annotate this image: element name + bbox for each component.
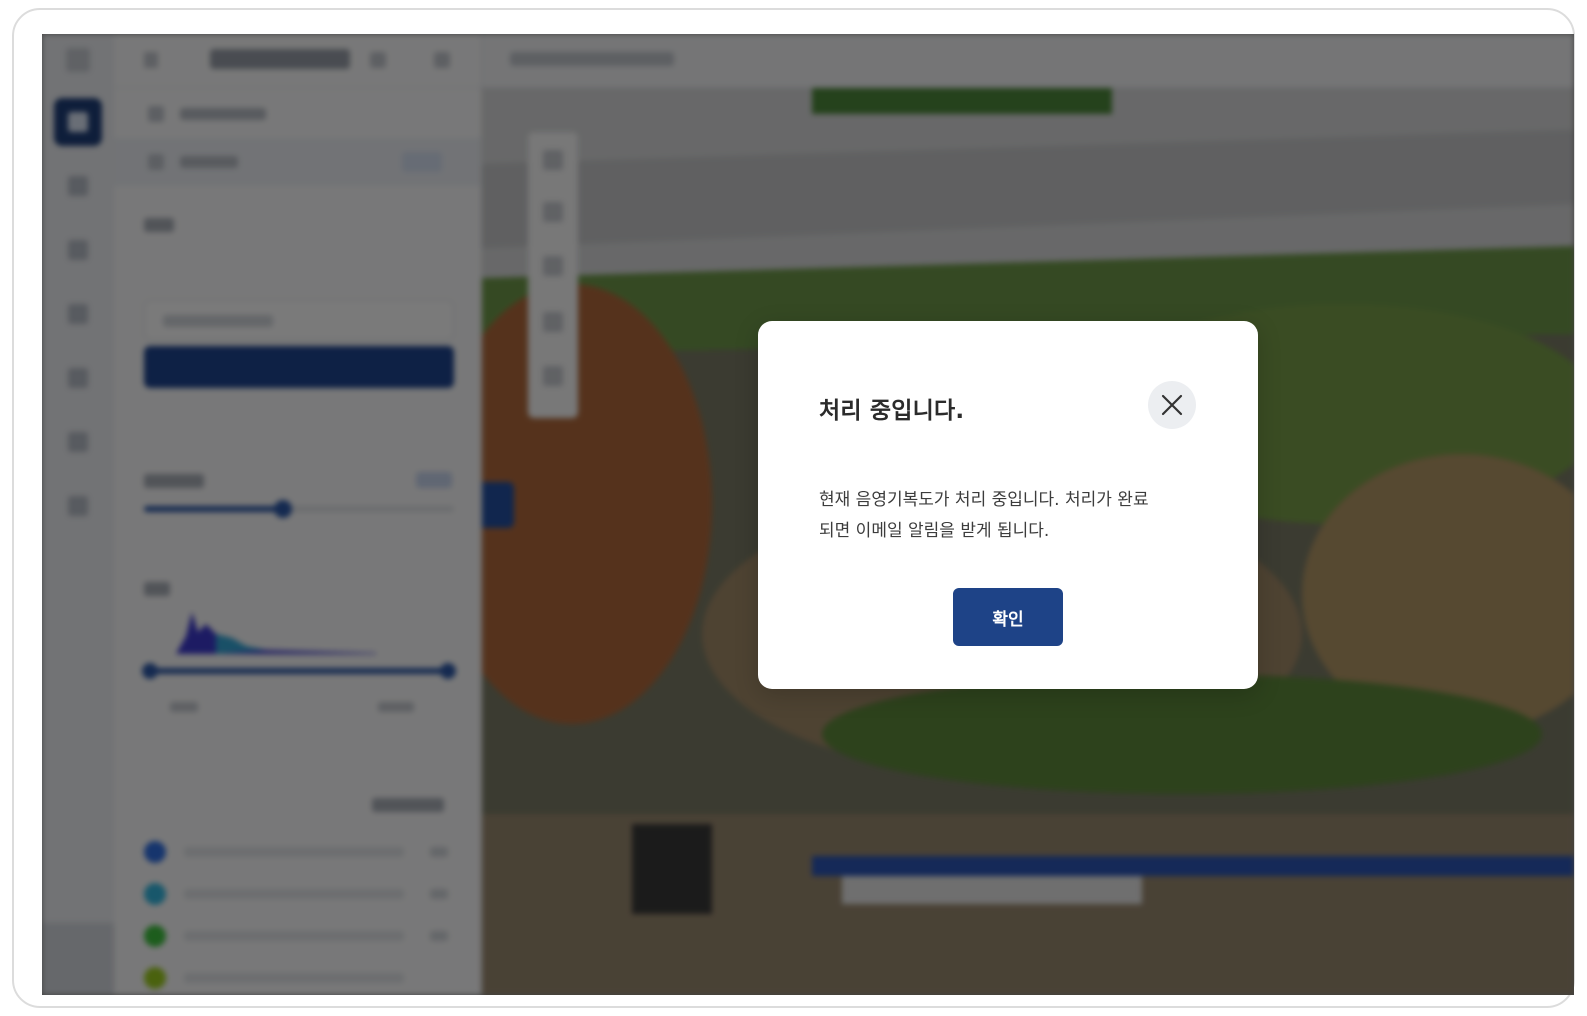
dialog-message: 현재 음영기복도가 처리 중입니다. 처리가 완료 되면 이메일 알림을 받게 …: [819, 485, 1209, 547]
processing-dialog: 처리 중입니다. 현재 음영기복도가 처리 중입니다. 처리가 완료 되면 이메…: [758, 321, 1258, 689]
screenshot-frame: 처리 중입니다. 현재 음영기복도가 처리 중입니다. 처리가 완료 되면 이메…: [12, 8, 1575, 1008]
close-icon: [1161, 394, 1183, 416]
dialog-title: 처리 중입니다.: [819, 398, 965, 424]
dialog-message-line1: 현재 음영기복도가 처리 중입니다. 처리가 완료: [819, 490, 1149, 510]
confirm-button[interactable]: 확인: [953, 588, 1063, 646]
dialog-message-line2: 되면 이메일 알림을 받게 됩니다.: [819, 521, 1050, 541]
app-window: 처리 중입니다. 현재 음영기복도가 처리 중입니다. 처리가 완료 되면 이메…: [42, 34, 1574, 995]
close-button[interactable]: [1148, 381, 1196, 429]
